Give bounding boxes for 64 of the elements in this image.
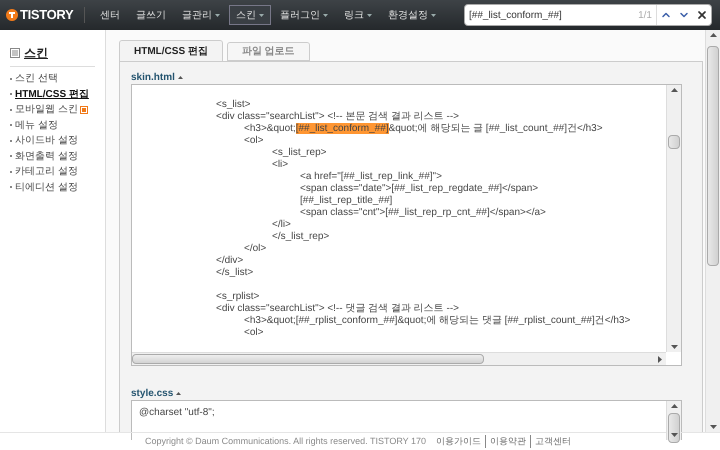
code-line: <div class="searchList"> <!-- 댓글 검색 결과 리스트 --> (216, 303, 460, 315)
code-line: <h3>&quot;[##_list_conform_##]&quot;에 해당되는 글 [##_list_count_##]건</h3> (243, 123, 604, 135)
code-line: <ol> (243, 327, 264, 339)
file-title[interactable]: skin.html (131, 70, 175, 84)
footer-link[interactable]: 고객센터 (530, 434, 576, 448)
code-line: <s_list_rep> (271, 147, 328, 159)
match-count: 1/1 (637, 8, 653, 22)
code-editor[interactable] (131, 84, 682, 366)
find-field[interactable]: [##_list_conform_##] (465, 8, 634, 22)
scroll-up-icon[interactable] (671, 404, 678, 408)
code-line: <li> (271, 159, 290, 171)
code-line: <span class="date">[##_list_rep_regdate_##]</span> (299, 183, 540, 195)
sidebar-link[interactable]: 사이드바 설정 (15, 133, 78, 148)
scroll-up-icon[interactable] (671, 88, 678, 92)
nav-menu-item[interactable]: 센터 (93, 5, 127, 25)
footer-link[interactable]: 이용약관 (485, 434, 530, 448)
scroll-up-icon[interactable] (710, 33, 717, 37)
scroll-right-icon[interactable] (658, 356, 662, 363)
code-line: </li> (271, 219, 292, 231)
nav-menu-item[interactable]: 글관리 (175, 5, 227, 25)
nav-menu-item[interactable]: 환경설정 (381, 5, 443, 25)
sidebar-link[interactable]: 화면출력 설정 (15, 148, 78, 164)
logo[interactable]: TISTORY (20, 5, 74, 25)
sidebar-link[interactable]: 티에디션 설정 (15, 180, 78, 195)
code-line: <span class="cnt">[##_list_rep_rp_cnt_##]</span></a> (299, 207, 547, 219)
horizontal-scrollbar[interactable] (132, 352, 666, 365)
find-bar[interactable]: [##_list_conform_##] 1/1 (464, 4, 712, 26)
tab[interactable]: HTML/CSS 편집 (119, 40, 223, 61)
scroll-thumb[interactable] (707, 46, 719, 266)
sidebar-link[interactable]: HTML/CSS 편집 (15, 86, 89, 102)
code-line: <ol> (243, 135, 264, 147)
code-line: </s_list_rep> (271, 231, 330, 243)
sidebar-link[interactable]: 메뉴 설정 (15, 118, 58, 133)
document-icon (10, 48, 20, 58)
sidebar-link[interactable]: 모바일웹 스킨 (15, 102, 78, 118)
sidebar-title: 스킨 (24, 45, 48, 62)
code-line: </s_list> (216, 267, 254, 279)
vertical-scrollbar[interactable] (666, 85, 681, 352)
file-title[interactable]: style.css (131, 386, 174, 400)
code-line: [##_list_rep_title_##] (299, 195, 394, 207)
scroll-down-icon[interactable] (671, 345, 678, 349)
close-icon (696, 9, 708, 21)
sidebar-link[interactable]: 카테고리 설정 (15, 164, 78, 180)
nav-menu-item[interactable]: 플러그인 (273, 5, 335, 25)
code-line: @charset "utf-8"; (139, 407, 216, 419)
scroll-down-icon[interactable] (710, 425, 717, 429)
sidebar-link[interactable]: 스킨 선택 (15, 71, 58, 86)
scroll-thumb[interactable] (668, 135, 680, 149)
code-line: </ol> (243, 243, 268, 255)
code-line: <div class="searchList"> <!-- 본문 검색 결과 리스트 --> (216, 111, 460, 123)
nav-menu-item[interactable]: 글쓰기 (129, 5, 173, 25)
nav-menu-item[interactable]: 링크 (337, 5, 379, 25)
code-line: <a href="[##_list_rep_link_##]"> (299, 171, 443, 183)
vertical-scrollbar[interactable] (666, 401, 681, 440)
code-line: <s_list> (216, 99, 252, 111)
code-line: <s_rplist> (216, 291, 260, 303)
logo-icon (6, 9, 18, 21)
collapse-icon[interactable] (178, 76, 183, 78)
scroll-thumb[interactable] (668, 413, 680, 443)
code-line: </div> (216, 255, 244, 267)
collapse-icon[interactable] (176, 392, 182, 394)
code-line: <h3>&quot;[##_rplist_conform_##]&quot;에 해당되는 댓글 [##_rplist_count_##]건</h3> (243, 315, 632, 327)
page-scrollbar[interactable] (705, 30, 720, 432)
nav-menu-item[interactable]: 스킨 (229, 5, 271, 25)
